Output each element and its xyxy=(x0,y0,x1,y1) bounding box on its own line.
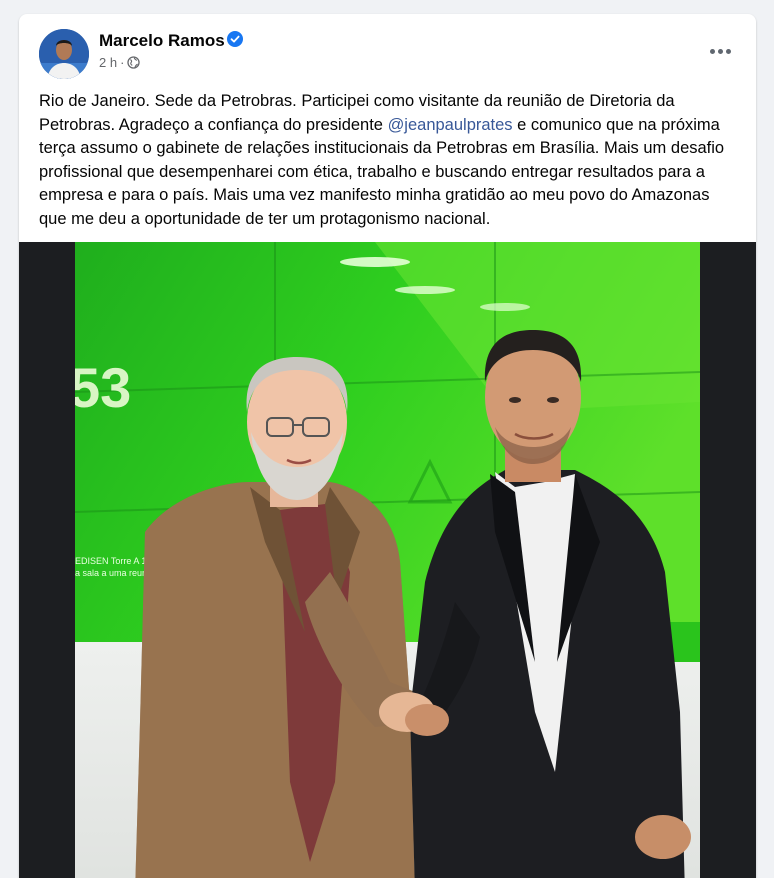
avatar-image xyxy=(39,29,89,79)
mention-link[interactable]: @jeanpaulprates xyxy=(388,116,513,134)
post-timestamp[interactable]: 2 h xyxy=(99,55,117,70)
post-meta: 2 h · xyxy=(99,55,141,70)
more-dot xyxy=(725,48,731,54)
more-dot xyxy=(717,48,723,54)
post-text: Rio de Janeiro. Sede da Petrobras. Parti… xyxy=(39,90,739,232)
more-dot xyxy=(709,48,715,54)
globe-icon[interactable] xyxy=(127,56,141,69)
more-options-button[interactable] xyxy=(702,36,738,66)
author-name[interactable]: Marcelo Ramos xyxy=(99,31,225,51)
post-card: Marcelo Ramos 2 h · Rio de Janeiro. Sede… xyxy=(19,14,756,878)
post-photo[interactable]: 53 EDISEN Torre A 18 A a sala a uma reun… xyxy=(19,242,756,878)
verified-badge-icon xyxy=(227,31,243,47)
photo-image: 53 EDISEN Torre A 18 A a sala a uma reun… xyxy=(75,242,700,878)
author-avatar[interactable] xyxy=(39,29,89,79)
screen-number: 53 xyxy=(75,356,131,419)
meta-separator: · xyxy=(120,55,125,70)
